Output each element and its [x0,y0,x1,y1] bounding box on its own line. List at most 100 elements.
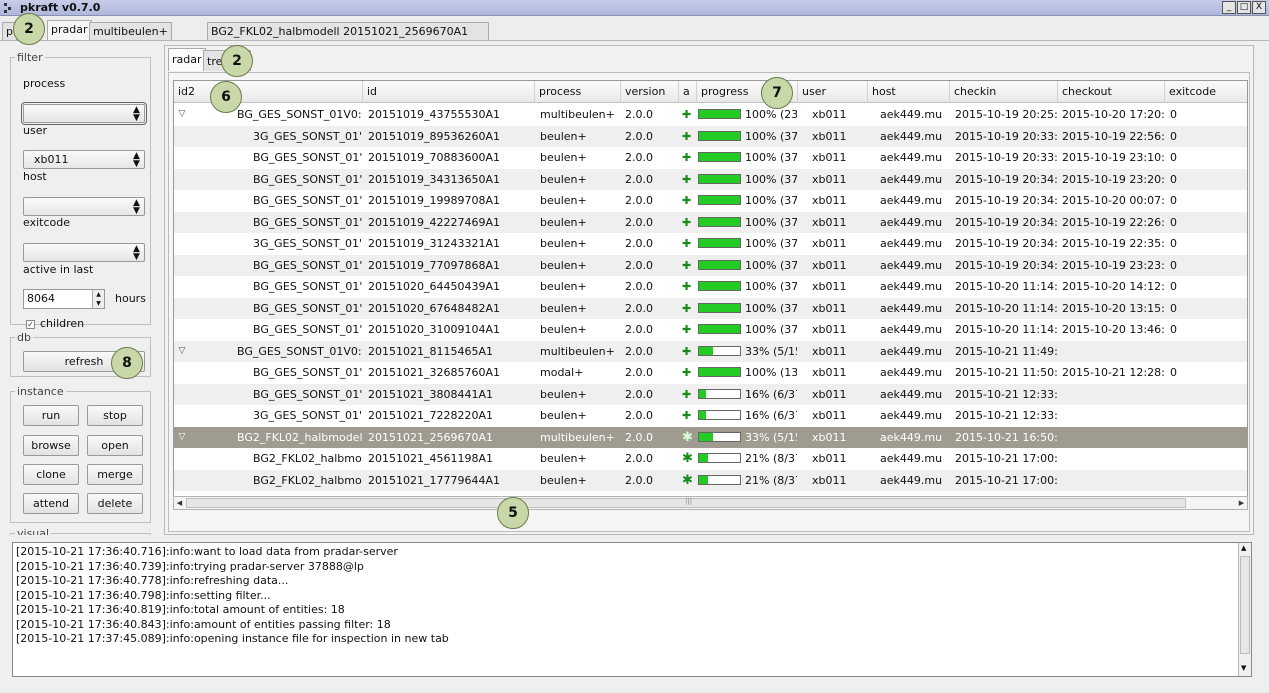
minimize-button[interactable]: _ [1222,1,1236,14]
exitcode-select[interactable]: ▲ ▼ [23,243,145,262]
cell-id: 20151019_42227469A1 [368,215,500,229]
cell-version: 2.0.0 [625,323,653,336]
spin-arrows-icon[interactable]: ▲ ▼ [92,290,104,308]
cell-id2: 3G_GES_SONST_01' [174,405,363,426]
scroll-down-icon[interactable]: ▼ [1241,664,1246,672]
cell-id: 20151019_89536260A1 [368,129,500,143]
cell-version: 2.0.0 [625,301,653,315]
table-row[interactable]: ▽ BG2_FKL02_halbmodel 20151021_2569670A1 mu… [174,426,1247,448]
col-active[interactable]: a [679,81,697,103]
cell-version: 2.0.0 [625,344,653,358]
updown-icon: ▲ ▼ [133,151,140,169]
cell-checkout [1062,384,1164,405]
cell-id2: 3G_GES_SONST_01' [174,233,363,254]
progress-text: 100% (37, [745,172,797,186]
cell-user: xb011 [812,323,847,336]
tab-pradar[interactable]: pradar [47,20,92,40]
host-select[interactable]: ▲ ▼ [23,197,145,216]
col-user[interactable]: user [798,81,868,103]
cell-checkin: 2015-10-21 17:00: [955,452,1057,465]
filter-group: filter process ▲ ▼ user xb011 ▲ ▼ host ▲ ▼ e… [10,51,151,330]
progress-text: 33% (5/15 [745,430,797,444]
table-row[interactable]: BG_GES_SONST_01' 20151019_77097868A1 beule… [174,254,1247,276]
browse-button[interactable]: browse [23,435,79,456]
process-label: process [23,77,66,90]
table-row[interactable]: BG2_FKL02_halbmo 20151021_4561198A1 beulen… [174,448,1247,470]
tab-radar[interactable]: radar [168,48,206,71]
col-id[interactable]: id [363,81,535,103]
log-scrollbar-thumb[interactable] [1240,556,1250,654]
children-checkbox[interactable]: ✓ [26,320,35,329]
table-row[interactable]: BG_GES_SONST_01' 20151020_67648482A1 beule… [174,297,1247,319]
table-row[interactable]: BG_GES_SONST_01' 20151019_42227469A1 beule… [174,211,1247,233]
col-version[interactable]: version [621,81,679,103]
col-checkin[interactable]: checkin [950,81,1058,103]
run-button[interactable]: run [23,405,79,426]
table-row[interactable]: BG_GES_SONST_01' 20151021_32685760A1 modal… [174,362,1247,384]
cell-progress: 100% (13, [697,362,797,383]
cell-user: xb011 [812,452,847,465]
scroll-right-icon[interactable]: ▶ [1236,497,1247,509]
expand-toggle-icon[interactable]: ▽ [177,430,187,444]
expand-toggle-icon[interactable]: ▽ [177,107,187,121]
col-exitcode[interactable]: exitcode [1165,81,1247,103]
cell-id: 20151020_64450439A1 [368,280,500,293]
outer-tab-bar: p pradar multibeulen+ BG2_FKL02_halbmode… [0,20,1269,40]
table-row[interactable]: BG_GES_SONST_01' 20151021_3808441A1 beulen… [174,383,1247,405]
table-row[interactable]: 3G_GES_SONST_01' 20151021_7228220A1 beulen… [174,405,1247,427]
log-output[interactable]: [2015-10-21 17:36:40.716]:info:want to l… [12,542,1252,677]
log-vertical-scrollbar[interactable]: ▲ ▼ [1238,543,1251,676]
open-button[interactable]: open [87,435,143,456]
maximize-button[interactable]: □ [1237,1,1251,14]
expand-toggle-icon[interactable]: ▽ [177,344,187,358]
scroll-left-icon[interactable]: ◀ [174,497,185,509]
cell-progress: 21% (8/37 [697,448,797,469]
cell-exitcode: 0 [1170,172,1177,186]
table-row[interactable]: BG_GES_SONST_01' 20151019_19989708A1 beule… [174,190,1247,212]
progress-text: 33% (5/15 [745,344,797,358]
cell-id2: BG2_FKL02_halbmo [174,470,363,491]
close-button[interactable]: X [1252,1,1266,14]
annotation-badge: 5 [497,497,529,529]
cell-checkout [1062,405,1164,426]
table-row[interactable]: ▽ BG_GES_SONST_01V0: 20151019_43755530A1 mu… [174,104,1247,126]
progress-text: 100% (37, [745,194,797,207]
active-hours-value: 8064 [27,292,55,305]
table-row[interactable]: 3G_GES_SONST_01' 20151019_89536260A1 beule… [174,125,1247,147]
cell-progress: 16% (6/37 [697,405,797,426]
tab-multibeulen[interactable]: multibeulen+ [89,22,172,40]
col-host[interactable]: host [868,81,950,103]
table-row[interactable]: BG_GES_SONST_01' 20151019_34313650A1 beule… [174,168,1247,190]
table-row[interactable]: 3G_GES_SONST_01' 20151019_31243321A1 beule… [174,233,1247,255]
table-row[interactable]: BG2_FKL02_halbmo 20151021_17779644A1 beule… [174,469,1247,491]
active-hours-spinbox[interactable]: 8064 ▲ ▼ [23,289,105,309]
merge-button[interactable]: merge [87,464,143,485]
stop-button[interactable]: stop [87,405,143,426]
col-checkout[interactable]: checkout [1058,81,1165,103]
col-process[interactable]: process [535,81,621,103]
tab-instance-bg2[interactable]: BG2_FKL02_halbmodell 20151021_2569670A1 [207,22,490,40]
table-row[interactable]: ▽ BG_GES_SONST_01V0: 20151021_8115465A1 mul… [174,340,1247,362]
attend-button[interactable]: attend [23,493,79,514]
process-select[interactable]: ▲ ▼ [21,102,147,125]
progress-text: 100% (37, [745,215,797,229]
active-plus-icon: ✚ [682,366,692,379]
log-line: [2015-10-21 17:36:40.843]:info:amount of… [16,618,391,631]
cell-id: 20151021_32685760A1 [368,366,500,379]
scrollbar-thumb[interactable]: ||| [186,497,1186,508]
user-select[interactable]: xb011 ▲ ▼ [23,150,145,169]
active-plus-icon: ✚ [682,258,692,272]
table-row[interactable]: BG_GES_SONST_01' 20151020_64450439A1 beule… [174,276,1247,298]
instances-table[interactable]: id2 id process version a progress user h… [173,80,1248,510]
scroll-up-icon[interactable]: ▲ [1241,544,1246,552]
cell-process: beulen+ [540,237,587,250]
table-row[interactable]: BG_GES_SONST_01' 20151019_70883600A1 beule… [174,147,1247,169]
cell-checkin: 2015-10-21 17:00: [955,473,1057,487]
cell-host: aek449.mu [880,237,943,250]
clone-button[interactable]: clone [23,464,79,485]
table-row[interactable]: BG_GES_SONST_01' 20151020_31009104A1 beule… [174,319,1247,341]
col-id2[interactable]: id2 [174,81,363,103]
horizontal-scrollbar[interactable]: ◀ ||| ▶ [173,496,1248,510]
delete-button[interactable]: delete [87,493,143,514]
cell-id: 20151021_2569670A1 [368,430,494,444]
